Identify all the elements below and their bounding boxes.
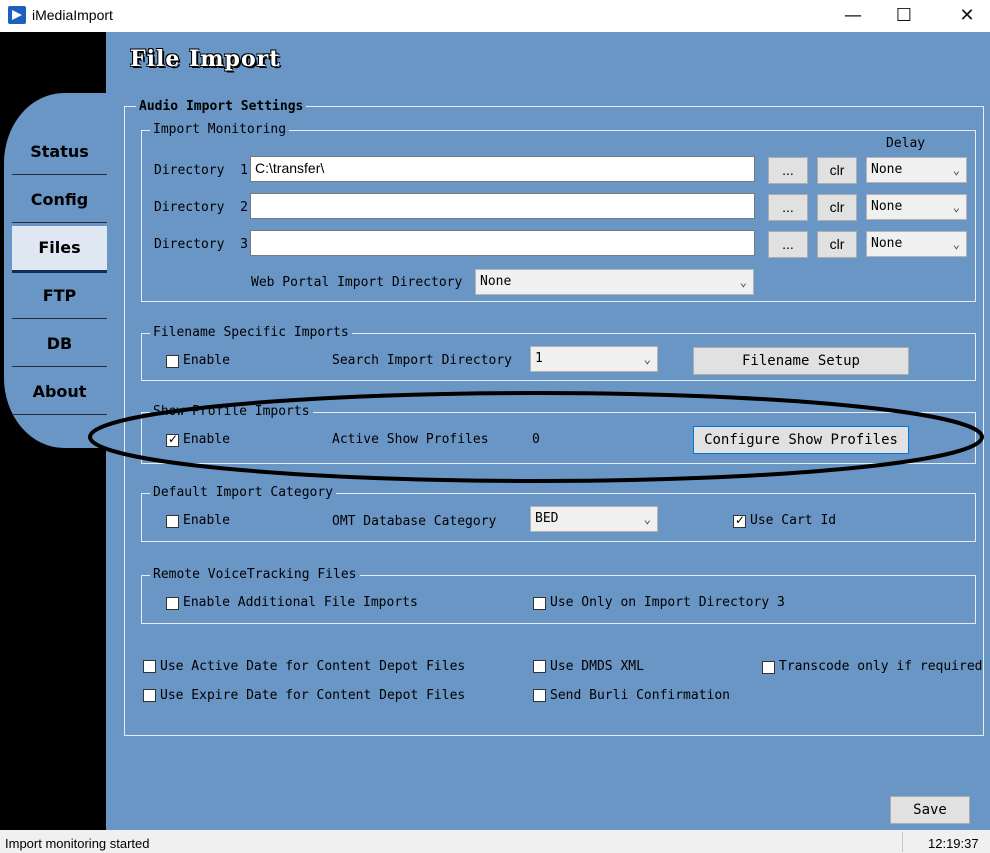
filename-specific-title: Filename Specific Imports — [150, 325, 352, 340]
chevron-down-icon: ⌄ — [643, 512, 651, 526]
status-message: Import monitoring started — [5, 836, 150, 851]
nav-db[interactable]: DB — [12, 322, 107, 367]
directory-1-delay-select[interactable]: None ⌄ — [866, 157, 967, 183]
only-dir3-checkbox[interactable] — [533, 597, 546, 610]
show-profile-enable-label: Enable — [183, 432, 230, 447]
active-date-label: Use Active Date for Content Depot Files — [160, 659, 466, 674]
directory-1-input[interactable]: C:\transfer\ — [250, 156, 755, 182]
show-profile-title: Show Profile Imports — [150, 404, 313, 419]
transcode-checkbox[interactable] — [762, 661, 775, 674]
save-button[interactable]: Save — [890, 796, 970, 824]
web-portal-select[interactable]: None ⌄ — [475, 269, 754, 295]
delay-label: Delay — [886, 136, 926, 151]
filename-setup-button[interactable]: Filename Setup — [693, 347, 909, 375]
active-show-profiles-count: 0 — [532, 432, 540, 447]
only-dir3-label: Use Only on Import Directory 3 — [550, 595, 785, 610]
minimize-button[interactable]: — — [830, 0, 876, 32]
close-button[interactable]: ✕ — [944, 0, 990, 32]
default-category-enable-checkbox[interactable] — [166, 515, 179, 528]
maximize-button[interactable]: ☐ — [881, 0, 927, 32]
directory-2-input[interactable] — [250, 193, 755, 219]
active-date-checkbox[interactable] — [143, 660, 156, 673]
search-import-select[interactable]: 1 ⌄ — [530, 346, 658, 372]
app-icon — [8, 6, 26, 24]
nav-config[interactable]: Config — [12, 178, 107, 223]
directory-3-clear-button[interactable]: clr — [817, 231, 857, 258]
omt-category-label: OMT Database Category — [332, 514, 497, 529]
chevron-down-icon: ⌄ — [952, 200, 960, 214]
burli-label: Send Burli Confirmation — [550, 688, 731, 703]
use-cart-id-checkbox[interactable]: ✓ — [733, 513, 746, 528]
page-title: File Import — [130, 46, 281, 72]
directory-3-delay-select[interactable]: None ⌄ — [866, 231, 967, 257]
expire-date-label: Use Expire Date for Content Depot Files — [160, 688, 466, 703]
transcode-label: Transcode only if required — [779, 659, 983, 674]
use-cart-id-label: Use Cart Id — [750, 513, 837, 528]
search-import-label: Search Import Directory — [332, 353, 513, 368]
additional-imports-checkbox[interactable] — [166, 597, 179, 610]
directory-3-browse-button[interactable]: ... — [768, 231, 808, 258]
nav-ftp[interactable]: FTP — [12, 274, 107, 319]
directory-2-browse-button[interactable]: ... — [768, 194, 808, 221]
omt-category-select[interactable]: BED ⌄ — [530, 506, 658, 532]
burli-checkbox[interactable] — [533, 689, 546, 702]
web-portal-label: Web Portal Import Directory — [251, 275, 463, 290]
dmds-xml-label: Use DMDS XML — [550, 659, 644, 674]
directory-2-clear-button[interactable]: clr — [817, 194, 857, 221]
nav-about[interactable]: About — [12, 370, 107, 415]
chevron-down-icon: ⌄ — [952, 237, 960, 251]
status-divider — [902, 832, 903, 852]
directory-3-label: Directory 3 — [154, 237, 248, 252]
additional-imports-label: Enable Additional File Imports — [183, 595, 418, 610]
expire-date-checkbox[interactable] — [143, 689, 156, 702]
chevron-down-icon: ⌄ — [739, 275, 747, 289]
status-clock: 12:19:37 — [928, 836, 979, 851]
configure-show-profiles-button[interactable]: Configure Show Profiles — [693, 426, 909, 454]
nav-status[interactable]: Status — [12, 130, 107, 175]
nav-files[interactable]: Files — [12, 226, 107, 273]
remote-vt-title: Remote VoiceTracking Files — [150, 567, 360, 582]
show-profile-enable-checkbox[interactable]: ✓ — [166, 432, 179, 447]
directory-2-delay-select[interactable]: None ⌄ — [866, 194, 967, 220]
window-title: iMediaImport — [32, 7, 113, 23]
dmds-xml-checkbox[interactable] — [533, 660, 546, 673]
audio-import-title: Audio Import Settings — [136, 99, 307, 114]
chevron-down-icon: ⌄ — [952, 163, 960, 177]
default-category-title: Default Import Category — [150, 485, 337, 500]
filename-enable-checkbox[interactable] — [166, 355, 179, 368]
active-show-profiles-label: Active Show Profiles — [332, 432, 489, 447]
directory-1-label: Directory 1 — [154, 163, 248, 178]
import-monitoring-title: Import Monitoring — [150, 122, 290, 137]
directory-3-input[interactable] — [250, 230, 755, 256]
directory-1-browse-button[interactable]: ... — [768, 157, 808, 184]
directory-2-label: Directory 2 — [154, 200, 248, 215]
default-category-enable-label: Enable — [183, 513, 230, 528]
filename-enable-label: Enable — [183, 353, 230, 368]
directory-1-clear-button[interactable]: clr — [817, 157, 857, 184]
chevron-down-icon: ⌄ — [643, 352, 651, 366]
